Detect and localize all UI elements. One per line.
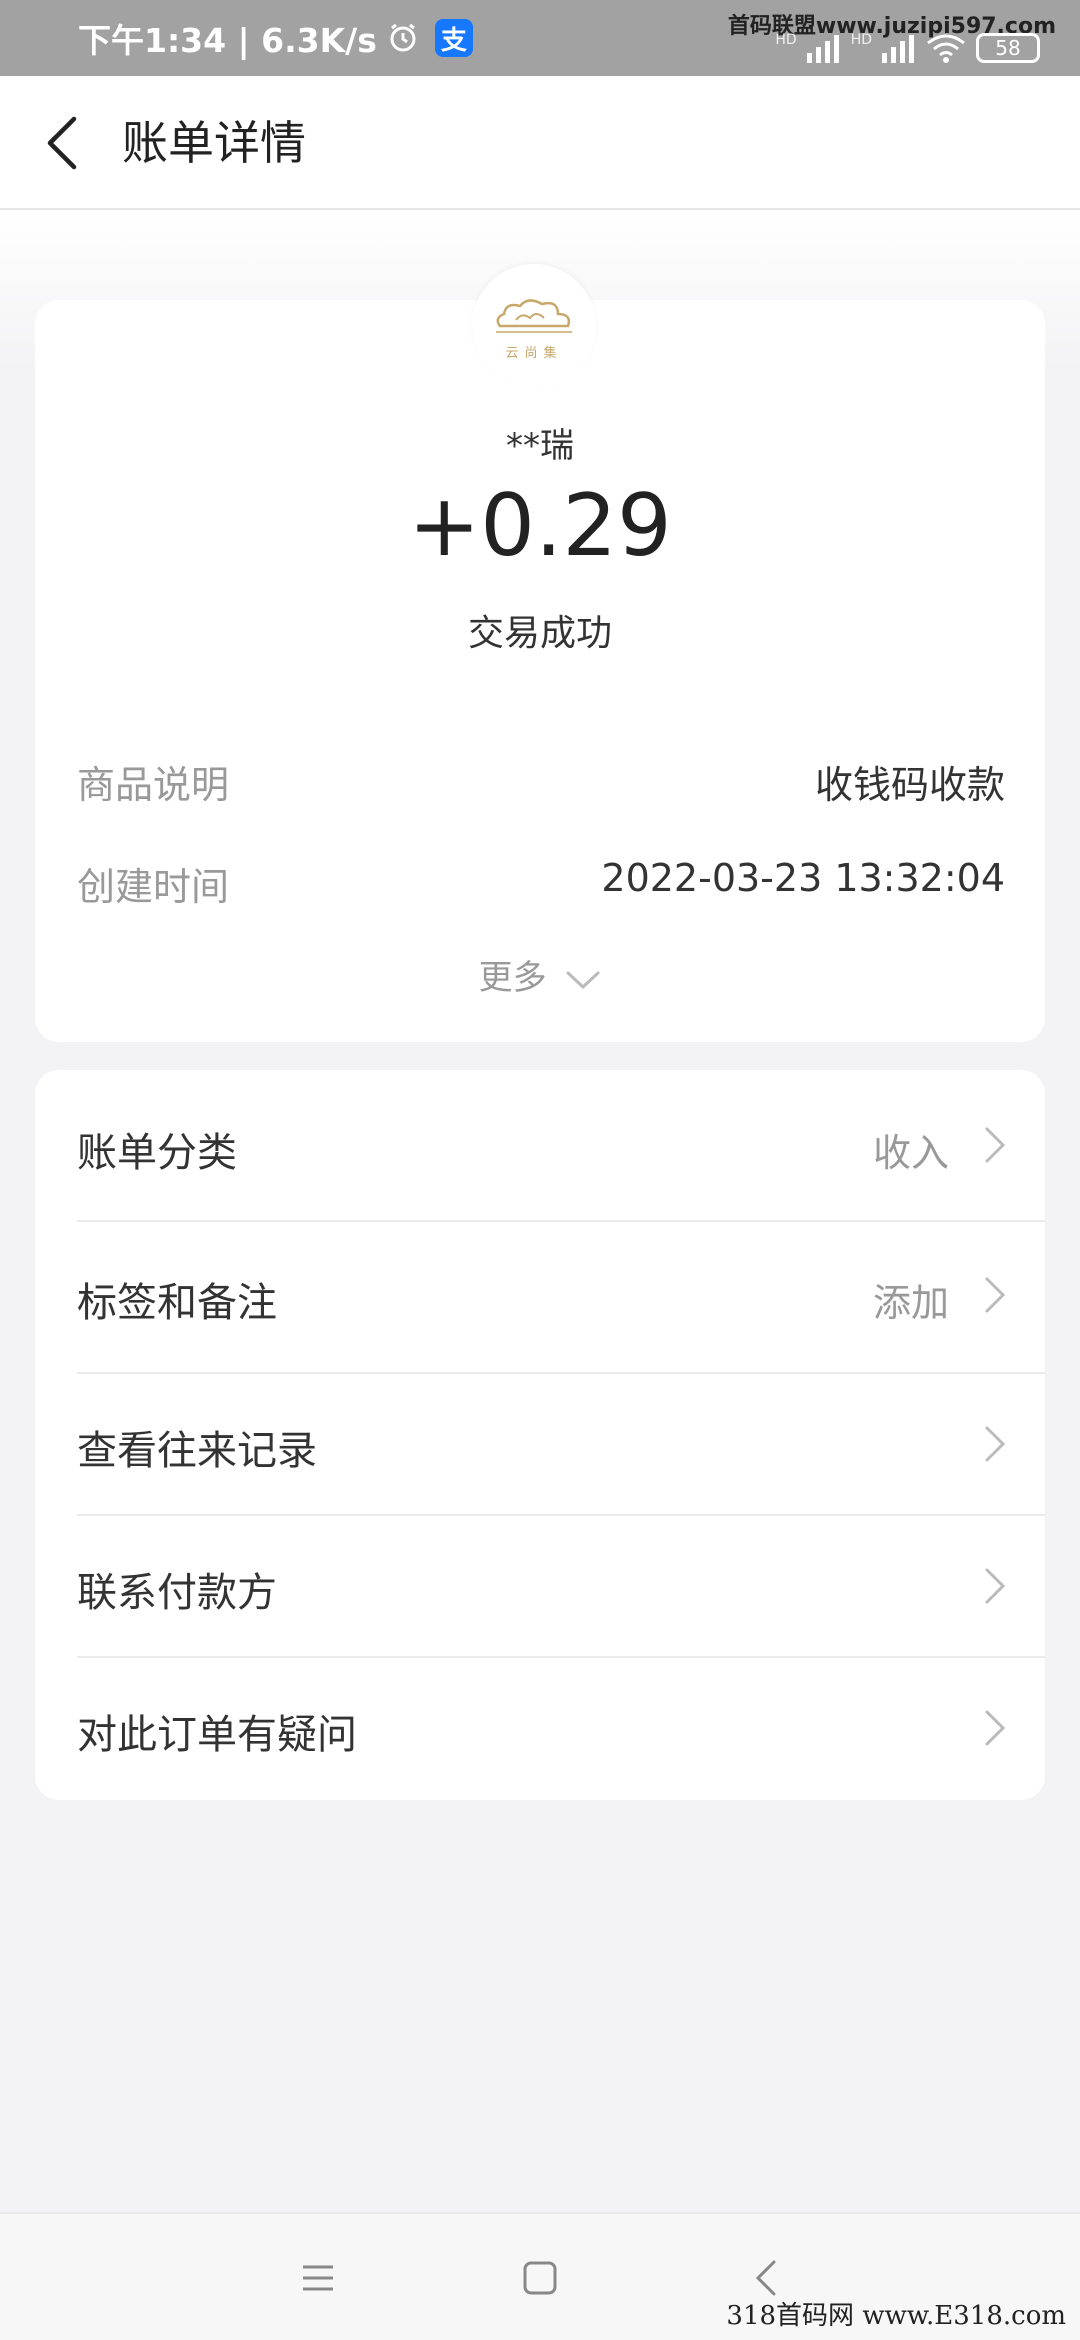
status-left: 下午1:34 | 6.3K/s 支: [78, 0, 473, 76]
app-header: 账单详情: [0, 76, 1080, 210]
detail-value-product: 收钱码收款: [814, 763, 1005, 807]
status-bar: 下午1:34 | 6.3K/s 支 首码联盟www.juzipi597.com …: [0, 0, 1080, 76]
home-button[interactable]: [502, 2240, 578, 2316]
alipay-icon: 支: [434, 19, 473, 57]
detail-label-created: 创建时间: [77, 865, 230, 909]
chevron-down-icon: [566, 971, 600, 989]
row-order-question[interactable]: 对此订单有疑问: [35, 1658, 1045, 1800]
hd-label-1: HD: [775, 32, 797, 48]
signal-icon: [806, 35, 839, 63]
row-contact-payer[interactable]: 联系付款方: [35, 1516, 1045, 1656]
row-label: 标签和备注: [77, 1280, 277, 1326]
row-label: 联系付款方: [77, 1570, 277, 1616]
payer-name: **瑞: [506, 426, 574, 466]
transaction-card: [35, 300, 1045, 1042]
row-label: 账单分类: [77, 1130, 237, 1176]
alarm-icon: [390, 23, 416, 52]
transaction-status: 交易成功: [467, 613, 612, 654]
back-button[interactable]: [36, 112, 86, 174]
amount: +0.29: [408, 476, 672, 576]
row-label: 对此订单有疑问: [77, 1712, 357, 1758]
battery-icon: 58: [976, 33, 1040, 63]
cloud-logo-icon: [496, 298, 572, 333]
row-bill-category[interactable]: 账单分类 收入: [35, 1070, 1045, 1220]
row-value: 添加: [872, 1281, 949, 1325]
detail-label-product: 商品说明: [77, 763, 230, 807]
more-label: 更多: [478, 958, 547, 998]
hd-label-2: HD: [850, 32, 872, 48]
chevron-right-icon: [985, 1710, 1006, 1746]
watermark-bottom: 318首码网 www.E318.com: [726, 2301, 1066, 2331]
merchant-logo: 云尚集: [472, 264, 596, 388]
status-right: HD HD 58: [775, 0, 1040, 76]
detail-value-created: 2022-03-23 13:32:04: [601, 856, 1005, 900]
signal-icon-2: [882, 35, 914, 63]
page-title: 账单详情: [122, 116, 306, 170]
chevron-right-icon: [985, 1127, 1006, 1163]
chevron-left-icon: [47, 116, 77, 170]
menu-icon: [303, 2265, 333, 2291]
actions-card: 账单分类 收入 标签和备注 添加 查看往来记录 联系付款方 对此订单有疑问: [35, 1070, 1045, 1800]
row-view-history[interactable]: 查看往来记录: [35, 1374, 1045, 1514]
menu-button[interactable]: [280, 2240, 356, 2316]
chevron-right-icon: [985, 1277, 1006, 1313]
wifi-icon: [927, 34, 965, 63]
chevron-right-icon: [985, 1426, 1006, 1462]
battery-level: 58: [995, 36, 1021, 60]
row-label: 查看往来记录: [77, 1428, 317, 1474]
row-tags-notes[interactable]: 标签和备注 添加: [35, 1222, 1045, 1372]
status-time-speed: 下午1:34 | 6.3K/s: [78, 21, 377, 60]
more-button[interactable]: 更多: [0, 950, 1080, 999]
logo-text: 云尚集: [505, 345, 563, 361]
back-arrow-icon: [755, 2260, 776, 2296]
row-value: 收入: [872, 1131, 949, 1175]
square-home-icon: [523, 2261, 557, 2295]
chevron-right-icon: [985, 1568, 1006, 1604]
